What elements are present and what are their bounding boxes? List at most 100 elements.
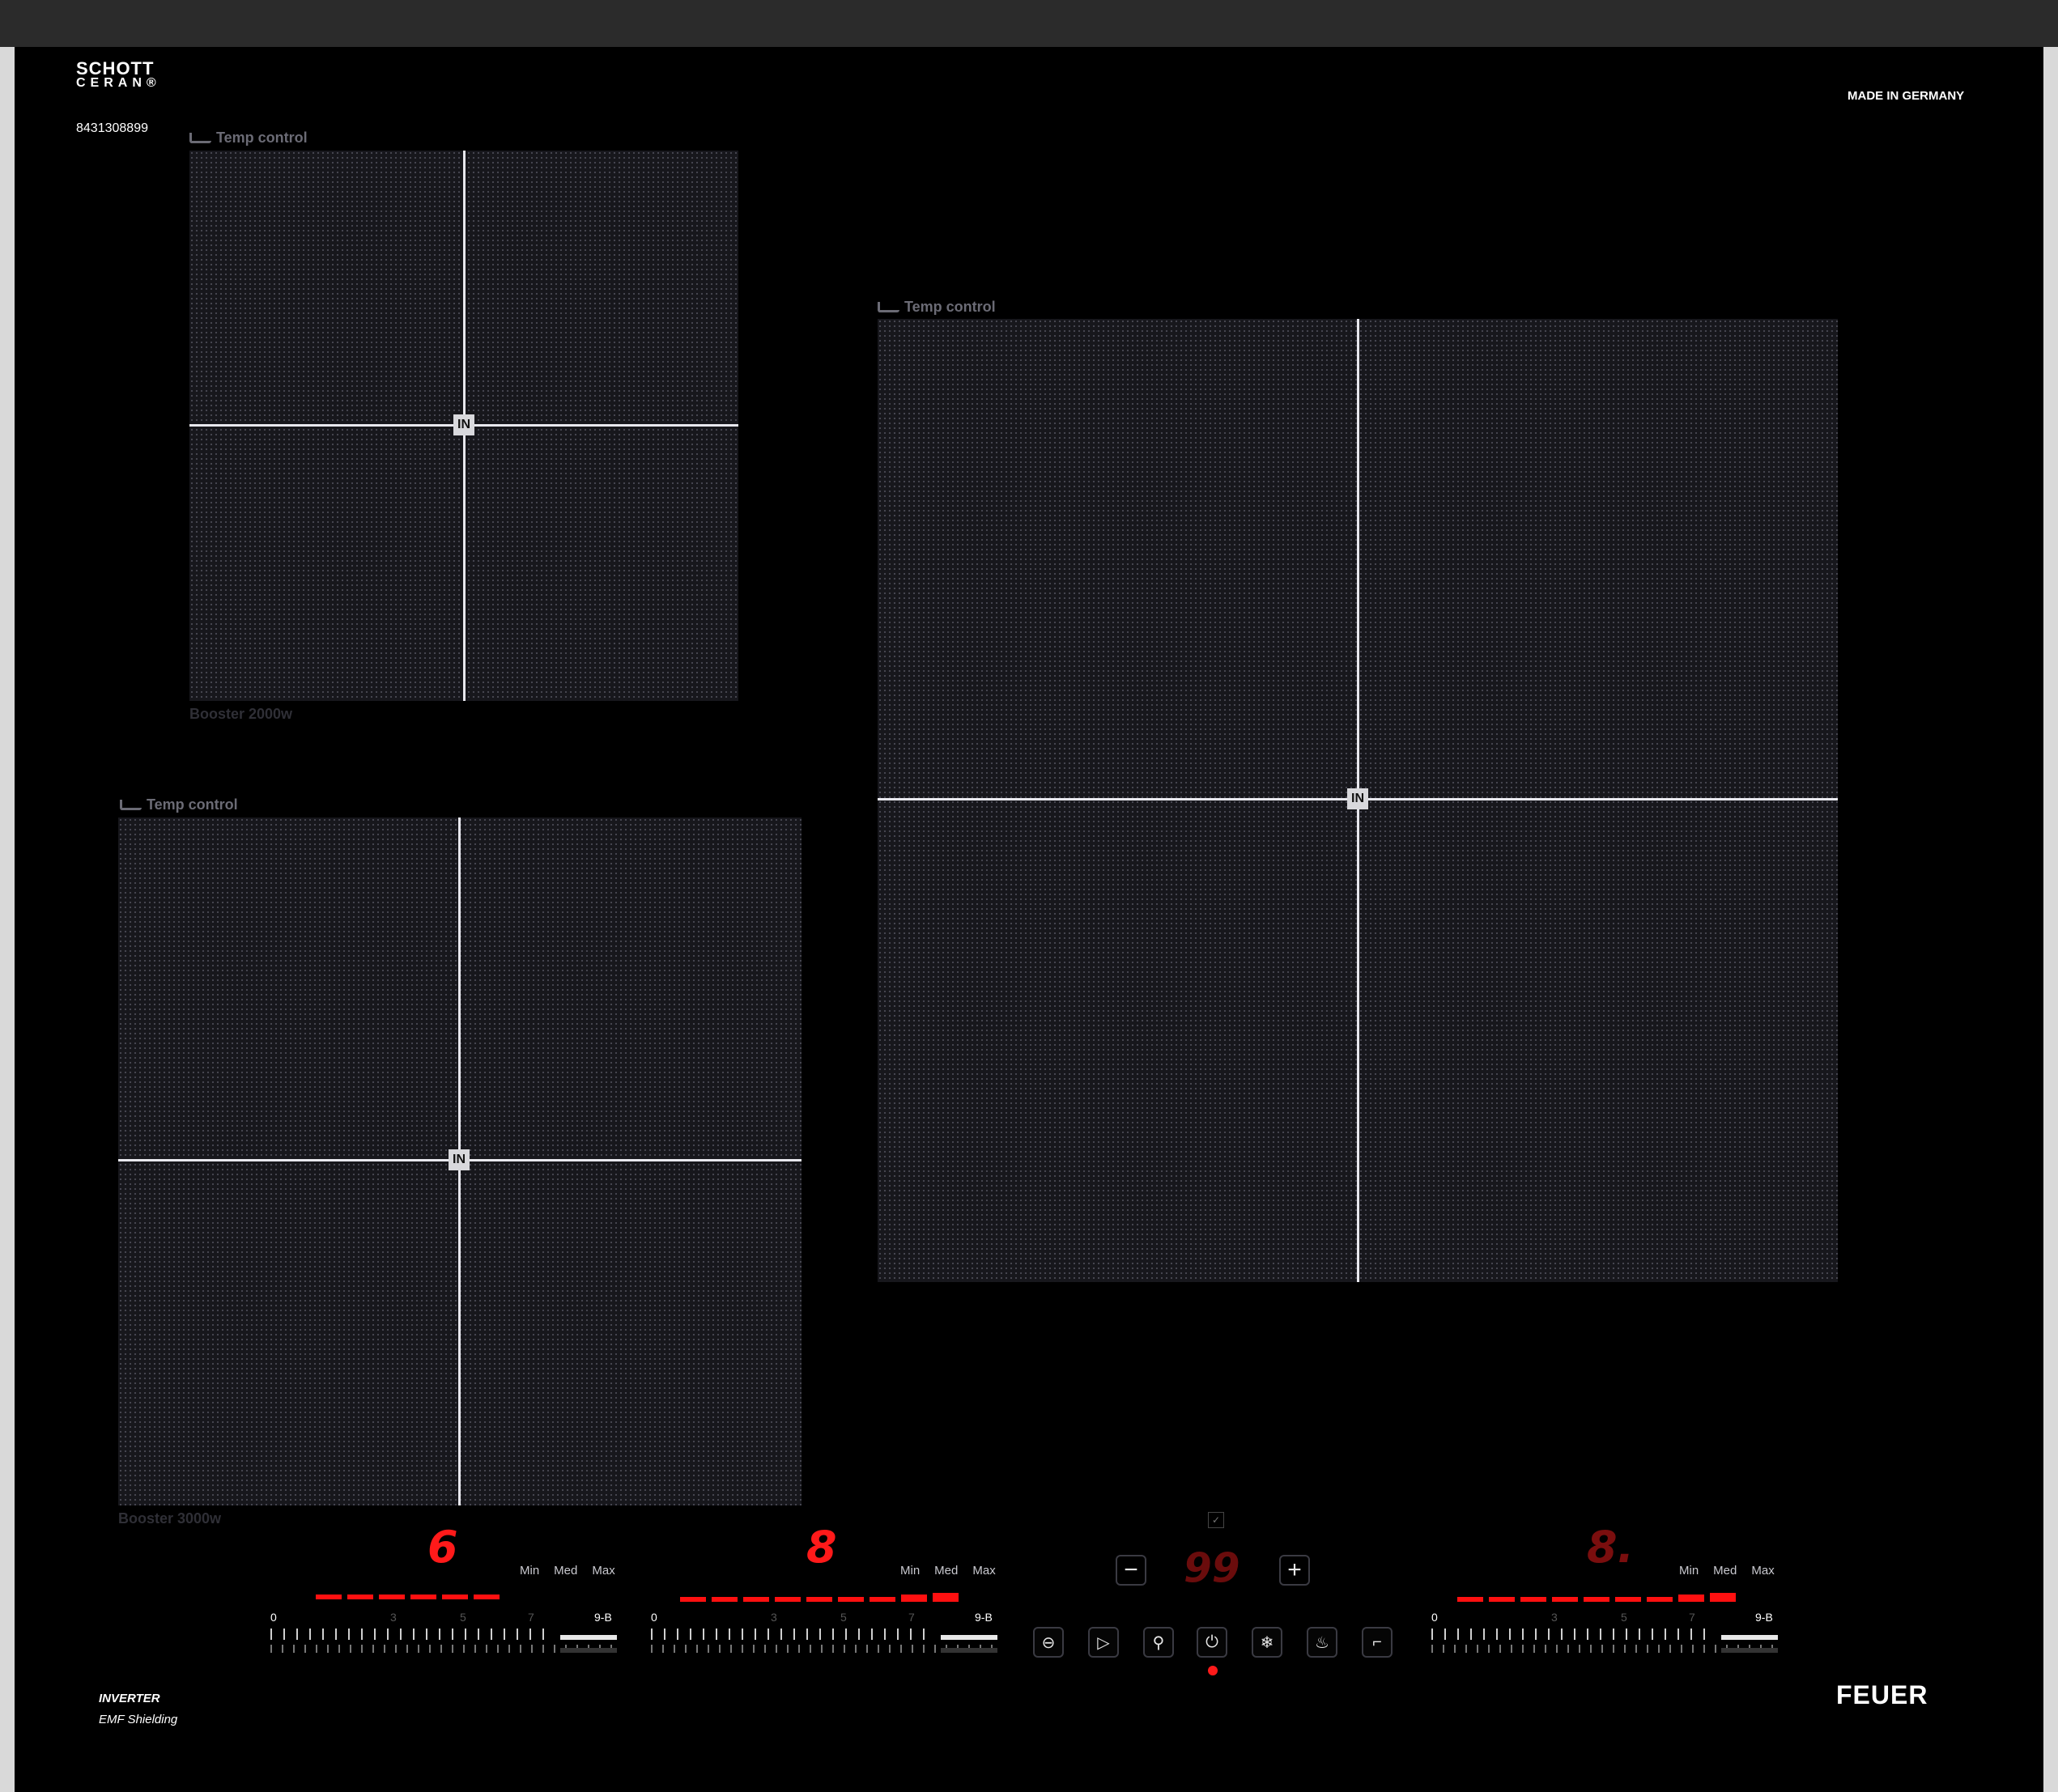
scale-9b: 9-B	[975, 1611, 993, 1624]
feuer-logo: FEUER	[1836, 1680, 1928, 1709]
timer-minus-button[interactable]: −	[1116, 1555, 1146, 1586]
zone1-temp-label: Temp control	[216, 130, 308, 146]
left-level-bars	[316, 1595, 500, 1599]
cooking-zone-3[interactable]: IN	[118, 817, 802, 1505]
zone3-booster-label: Booster 3000w	[118, 1510, 222, 1527]
zone2-induction-badge: IN	[1347, 788, 1368, 809]
serial-number: 8431308899	[76, 121, 148, 135]
zone2-temp-label: Temp control	[904, 299, 996, 315]
scale-9b: 9-B	[1755, 1611, 1773, 1624]
pan-icon[interactable]: ⌐	[1362, 1627, 1393, 1658]
slider-ticks	[1431, 1629, 1778, 1640]
level-bar	[1552, 1597, 1578, 1602]
right-min-label[interactable]: Min	[1679, 1564, 1699, 1578]
slider-lower-ticks	[651, 1645, 997, 1653]
level-bar	[1584, 1597, 1609, 1602]
pause-icon[interactable]: ⊖	[1033, 1627, 1064, 1658]
made-in-label: MADE IN GERMANY	[1848, 89, 1965, 103]
level-bar	[743, 1597, 769, 1602]
scale-0: 0	[1431, 1611, 1438, 1624]
level-bar	[316, 1595, 342, 1599]
inverter-logo: INVERTER	[99, 1692, 160, 1705]
left-power-slider[interactable]: 0 3 5 7 9-B	[270, 1611, 617, 1653]
play-icon[interactable]: ▷	[1088, 1627, 1119, 1658]
scale-5: 5	[1621, 1611, 1627, 1624]
level-bar	[379, 1595, 405, 1599]
level-bar	[806, 1597, 832, 1602]
power-indicator-led	[1208, 1666, 1218, 1675]
left-min-med-max: Min Med Max	[520, 1564, 615, 1578]
zone3-induction-badge: IN	[449, 1149, 470, 1170]
heat-icon[interactable]: ♨	[1307, 1627, 1337, 1658]
level-bar	[1647, 1597, 1673, 1602]
cooktop-panel: SCHOTT CERAN® 8431308899 MADE IN GERMANY…	[15, 47, 2043, 1792]
window-top-bar	[0, 0, 2058, 47]
mid-med-label[interactable]: Med	[934, 1564, 958, 1578]
level-bar	[775, 1597, 801, 1602]
cooking-zone-2[interactable]: IN	[878, 319, 1838, 1282]
right-max-label[interactable]: Max	[1751, 1564, 1774, 1578]
scale-0: 0	[270, 1611, 277, 1624]
level-bar	[474, 1595, 500, 1599]
slider-max-segment	[560, 1635, 617, 1640]
left-power-display: 6	[427, 1522, 458, 1573]
right-med-label[interactable]: Med	[1713, 1564, 1737, 1578]
scale-3: 3	[771, 1611, 777, 1624]
slider-lower-ticks	[270, 1645, 617, 1653]
right-level-bars	[1457, 1593, 1736, 1602]
mid-power-display: 8	[806, 1522, 837, 1573]
scale-5: 5	[840, 1611, 847, 1624]
slider-ticks	[270, 1629, 617, 1640]
zone3-temp-label: Temp control	[147, 796, 238, 813]
zone1-temp-control[interactable]: Temp control	[189, 130, 308, 147]
level-bar	[1489, 1597, 1515, 1602]
level-bar	[1615, 1597, 1641, 1602]
pan-icon	[878, 302, 899, 312]
tool-icon[interactable]: ⚲	[1143, 1627, 1174, 1658]
scale-7: 7	[528, 1611, 534, 1624]
cooking-zone-1[interactable]: IN	[189, 151, 738, 701]
scale-3: 3	[390, 1611, 397, 1624]
level-bar	[1678, 1595, 1704, 1602]
schott-logo-line2: CERAN®	[76, 76, 161, 90]
zone2-temp-control[interactable]: Temp control	[878, 299, 996, 316]
pan-icon	[120, 800, 142, 810]
snowflake-icon[interactable]: ❄	[1252, 1627, 1282, 1658]
slider-max-segment	[941, 1635, 997, 1640]
left-min-label[interactable]: Min	[520, 1564, 539, 1578]
scale-5: 5	[460, 1611, 466, 1624]
timer-plus-button[interactable]: +	[1279, 1555, 1310, 1586]
power-icon[interactable]: ⏻	[1197, 1627, 1227, 1658]
scale-9b: 9-B	[594, 1611, 612, 1624]
mid-power-slider[interactable]: 0 3 5 7 9-B	[651, 1611, 997, 1653]
slider-ticks	[651, 1629, 997, 1640]
zone1-induction-badge: IN	[453, 414, 474, 435]
mid-max-label[interactable]: Max	[972, 1564, 995, 1578]
level-bar	[442, 1595, 468, 1599]
level-bar	[933, 1593, 959, 1602]
pan-icon	[189, 133, 211, 143]
emf-label: EMF Shielding	[99, 1713, 178, 1726]
slider-lower-ticks	[1431, 1645, 1778, 1653]
right-min-med-max: Min Med Max	[1679, 1564, 1775, 1578]
zone3-temp-control[interactable]: Temp control	[120, 796, 238, 813]
mid-min-label[interactable]: Min	[900, 1564, 920, 1578]
level-bar	[1457, 1597, 1483, 1602]
level-bar	[712, 1597, 738, 1602]
level-bar	[1520, 1597, 1546, 1602]
level-bar	[347, 1595, 373, 1599]
zone1-booster-label: Booster 2000w	[189, 706, 293, 722]
level-bar	[901, 1595, 927, 1602]
level-bar	[410, 1595, 436, 1599]
left-med-label[interactable]: Med	[554, 1564, 577, 1578]
scale-7: 7	[1689, 1611, 1695, 1624]
slider-max-segment	[1721, 1635, 1778, 1640]
right-power-slider[interactable]: 0 3 5 7 9-B	[1431, 1611, 1778, 1653]
left-max-label[interactable]: Max	[592, 1564, 614, 1578]
mid-level-bars	[680, 1593, 959, 1602]
level-bar	[838, 1597, 864, 1602]
mid-min-med-max: Min Med Max	[900, 1564, 996, 1578]
level-bar	[870, 1597, 895, 1602]
timer-display: 99	[1184, 1544, 1240, 1591]
level-bar	[1710, 1593, 1736, 1602]
